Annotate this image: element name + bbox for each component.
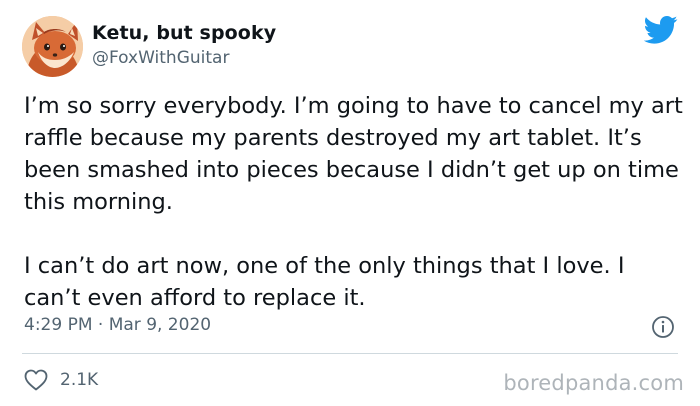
divider	[22, 353, 678, 354]
author-handle[interactable]: @FoxWithGuitar	[92, 48, 229, 68]
author-display-name[interactable]: Ketu, but spooky	[92, 22, 276, 44]
heart-outline-icon[interactable]	[24, 369, 48, 391]
info-icon[interactable]	[651, 315, 675, 339]
twitter-bird-icon[interactable]	[643, 15, 678, 45]
tweet-body: I’m so sorry everybody. I’m going to hav…	[24, 90, 684, 314]
watermark: boredpanda.com	[503, 371, 684, 395]
tweet-timestamp[interactable]: 4:29 PM · Mar 9, 2020	[24, 315, 211, 335]
avatar[interactable]	[22, 16, 83, 77]
fox-avatar-icon	[22, 16, 83, 77]
like-count[interactable]: 2.1K	[60, 370, 98, 390]
tweet-paragraph: I can’t do art now, one of the only thin…	[24, 253, 625, 311]
tweet-paragraph: I’m so sorry everybody. I’m going to hav…	[24, 93, 683, 215]
